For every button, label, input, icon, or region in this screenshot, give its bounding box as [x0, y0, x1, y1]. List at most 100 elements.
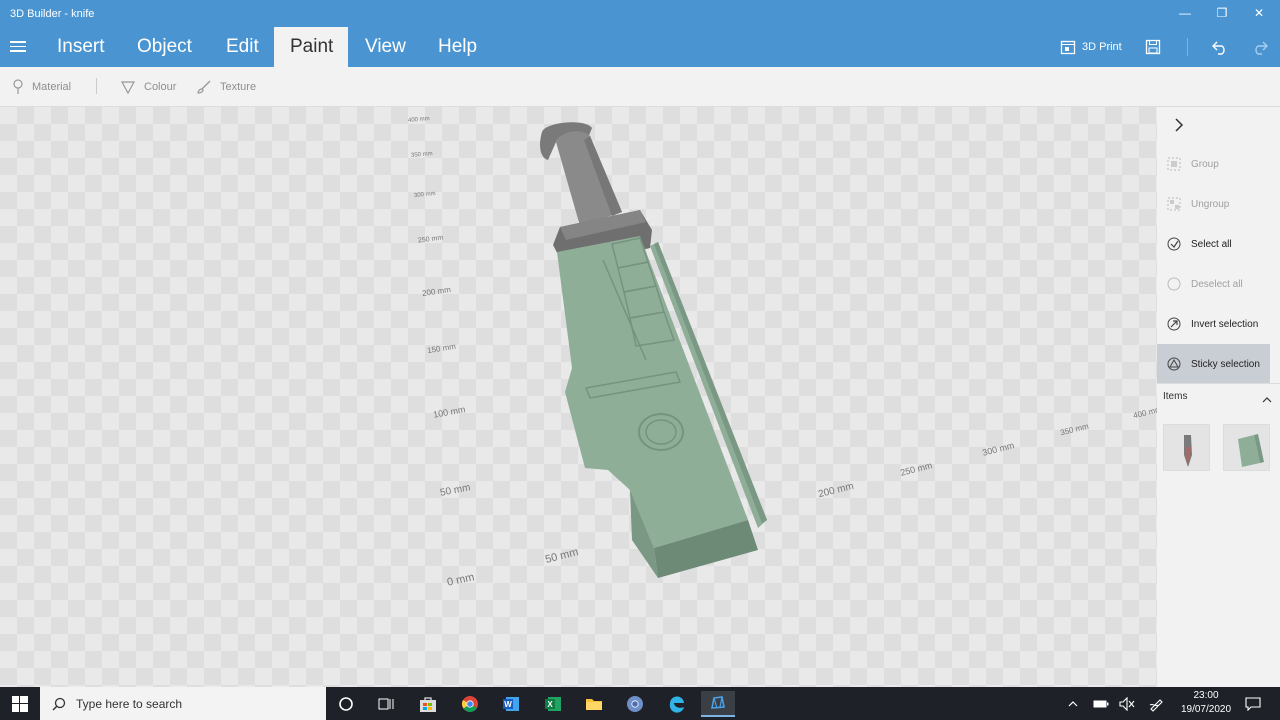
search-placeholder: Type here to search: [76, 696, 183, 711]
tab-help[interactable]: Help: [422, 27, 493, 67]
invert-selection-label: Invert selection: [1191, 318, 1259, 330]
material-tool[interactable]: Material: [12, 79, 71, 95]
tab-object[interactable]: Object: [121, 27, 208, 67]
print-3d-label: 3D Print: [1082, 41, 1122, 53]
taskbar-clock[interactable]: 23:00 19/07/2020: [1176, 689, 1236, 717]
windows-logo-icon: [12, 696, 28, 712]
sticky-selection-button[interactable]: Sticky selection: [1157, 344, 1270, 384]
close-button[interactable]: ✕: [1244, 3, 1274, 23]
ungroup-label: Ungroup: [1191, 198, 1230, 210]
chevron-up-icon[interactable]: [1261, 395, 1273, 405]
toolbar-divider: [96, 78, 97, 94]
window-title: 3D Builder - knife: [10, 8, 95, 20]
folder-icon: [586, 699, 602, 710]
items-heading: Items: [1163, 391, 1188, 402]
title-bar: 3D Builder - knife — ❐ ✕ Insert Object E…: [0, 0, 1280, 67]
task-view-icon: [378, 698, 394, 710]
word-icon: W: [503, 697, 519, 711]
save-icon: [1145, 39, 1161, 55]
group-button[interactable]: Group: [1157, 144, 1270, 184]
undo-icon: [1212, 41, 1225, 55]
deselect-all-icon: [1167, 277, 1181, 291]
item-thumbnail-handle[interactable]: [1163, 424, 1210, 471]
paint-toolbar: Material Colour Texture: [0, 67, 1280, 107]
redo-button[interactable]: [1251, 36, 1269, 58]
store-button[interactable]: [411, 691, 445, 717]
edge-button[interactable]: [660, 691, 694, 717]
pen-workspace-button[interactable]: [1143, 691, 1169, 717]
selection-panel: Group Ungroup Select all Deselect all In…: [1157, 107, 1280, 687]
panel-divider: [1157, 383, 1280, 384]
3d-viewport[interactable]: 400 mm 350 mm 300 mm 250 mm 200 mm 150 m…: [0, 107, 1157, 687]
clock-time: 23:00: [1193, 690, 1219, 701]
deselect-all-label: Deselect all: [1191, 278, 1243, 290]
knife-model[interactable]: [0, 107, 1157, 687]
group-label: Group: [1191, 158, 1219, 170]
chrome-icon: [462, 696, 478, 712]
maximize-button[interactable]: ❐: [1207, 3, 1237, 23]
hamburger-menu-icon[interactable]: [8, 38, 28, 56]
excel-button[interactable]: X: [536, 691, 570, 717]
select-all-label: Select all: [1191, 238, 1232, 250]
paint-bucket-icon: [120, 81, 136, 95]
tab-edit[interactable]: Edit: [210, 27, 275, 67]
file-explorer-button[interactable]: [577, 691, 611, 717]
task-view-button[interactable]: [369, 691, 403, 717]
volume-muted-icon: [1119, 697, 1135, 711]
store-bag-icon: [420, 697, 436, 712]
invert-selection-icon: [1167, 317, 1181, 331]
tab-paint[interactable]: Paint: [274, 27, 348, 67]
svg-text:X: X: [547, 700, 553, 709]
volume-button[interactable]: [1114, 691, 1140, 717]
printer-3d-icon: [1060, 40, 1076, 55]
battery-button[interactable]: [1088, 691, 1114, 717]
material-icon: [13, 79, 23, 94]
select-all-button[interactable]: Select all: [1157, 224, 1270, 264]
item-thumbnail-blade[interactable]: [1223, 424, 1270, 471]
print-3d-button[interactable]: 3D Print: [1060, 36, 1122, 58]
colour-label: Colour: [144, 81, 177, 93]
deselect-all-button[interactable]: Deselect all: [1157, 264, 1270, 304]
taskbar: Type here to search W X 23:00 19/07/2020: [0, 687, 1280, 720]
select-all-icon: [1167, 237, 1181, 251]
action-center-button[interactable]: [1240, 691, 1266, 717]
tab-insert[interactable]: Insert: [41, 27, 121, 67]
battery-icon: [1093, 700, 1109, 708]
chrome-button[interactable]: [453, 691, 487, 717]
clock-date: 19/07/2020: [1180, 704, 1232, 715]
excel-icon: X: [545, 697, 561, 711]
colour-tool[interactable]: Colour: [120, 79, 176, 95]
group-icon: [1167, 157, 1181, 171]
ribbon-divider: [1187, 38, 1188, 56]
3d-builder-icon: [711, 696, 725, 709]
sticky-selection-icon: [1167, 357, 1181, 371]
items-section-header[interactable]: Items: [1163, 391, 1273, 409]
tab-view[interactable]: View: [349, 27, 422, 67]
cortana-circle-icon: [339, 697, 353, 711]
chevron-right-icon[interactable]: [1169, 115, 1189, 135]
chevron-up-icon: [1068, 701, 1078, 707]
show-hidden-icons-button[interactable]: [1060, 691, 1086, 717]
word-button[interactable]: W: [494, 691, 528, 717]
material-label: Material: [32, 81, 72, 93]
redo-icon: [1255, 41, 1268, 55]
chrome-alt-button[interactable]: [618, 691, 652, 717]
edge-icon: [669, 696, 684, 713]
blade-body: [557, 236, 748, 548]
svg-text:W: W: [504, 700, 512, 709]
save-button[interactable]: [1145, 36, 1161, 58]
cortana-button[interactable]: [329, 691, 363, 717]
texture-tool[interactable]: Texture: [196, 79, 256, 95]
ungroup-icon: [1167, 197, 1181, 211]
sticky-selection-label: Sticky selection: [1191, 358, 1260, 370]
invert-selection-button[interactable]: Invert selection: [1157, 304, 1270, 344]
texture-label: Texture: [220, 81, 257, 93]
3d-builder-button[interactable]: [701, 691, 735, 717]
undo-button[interactable]: [1211, 36, 1229, 58]
minimize-button[interactable]: —: [1170, 3, 1200, 23]
pen-icon: [1149, 699, 1163, 712]
start-button[interactable]: [3, 691, 37, 717]
ungroup-button[interactable]: Ungroup: [1157, 184, 1270, 224]
brush-icon: [197, 80, 211, 94]
taskbar-search-box[interactable]: Type here to search: [40, 687, 326, 720]
